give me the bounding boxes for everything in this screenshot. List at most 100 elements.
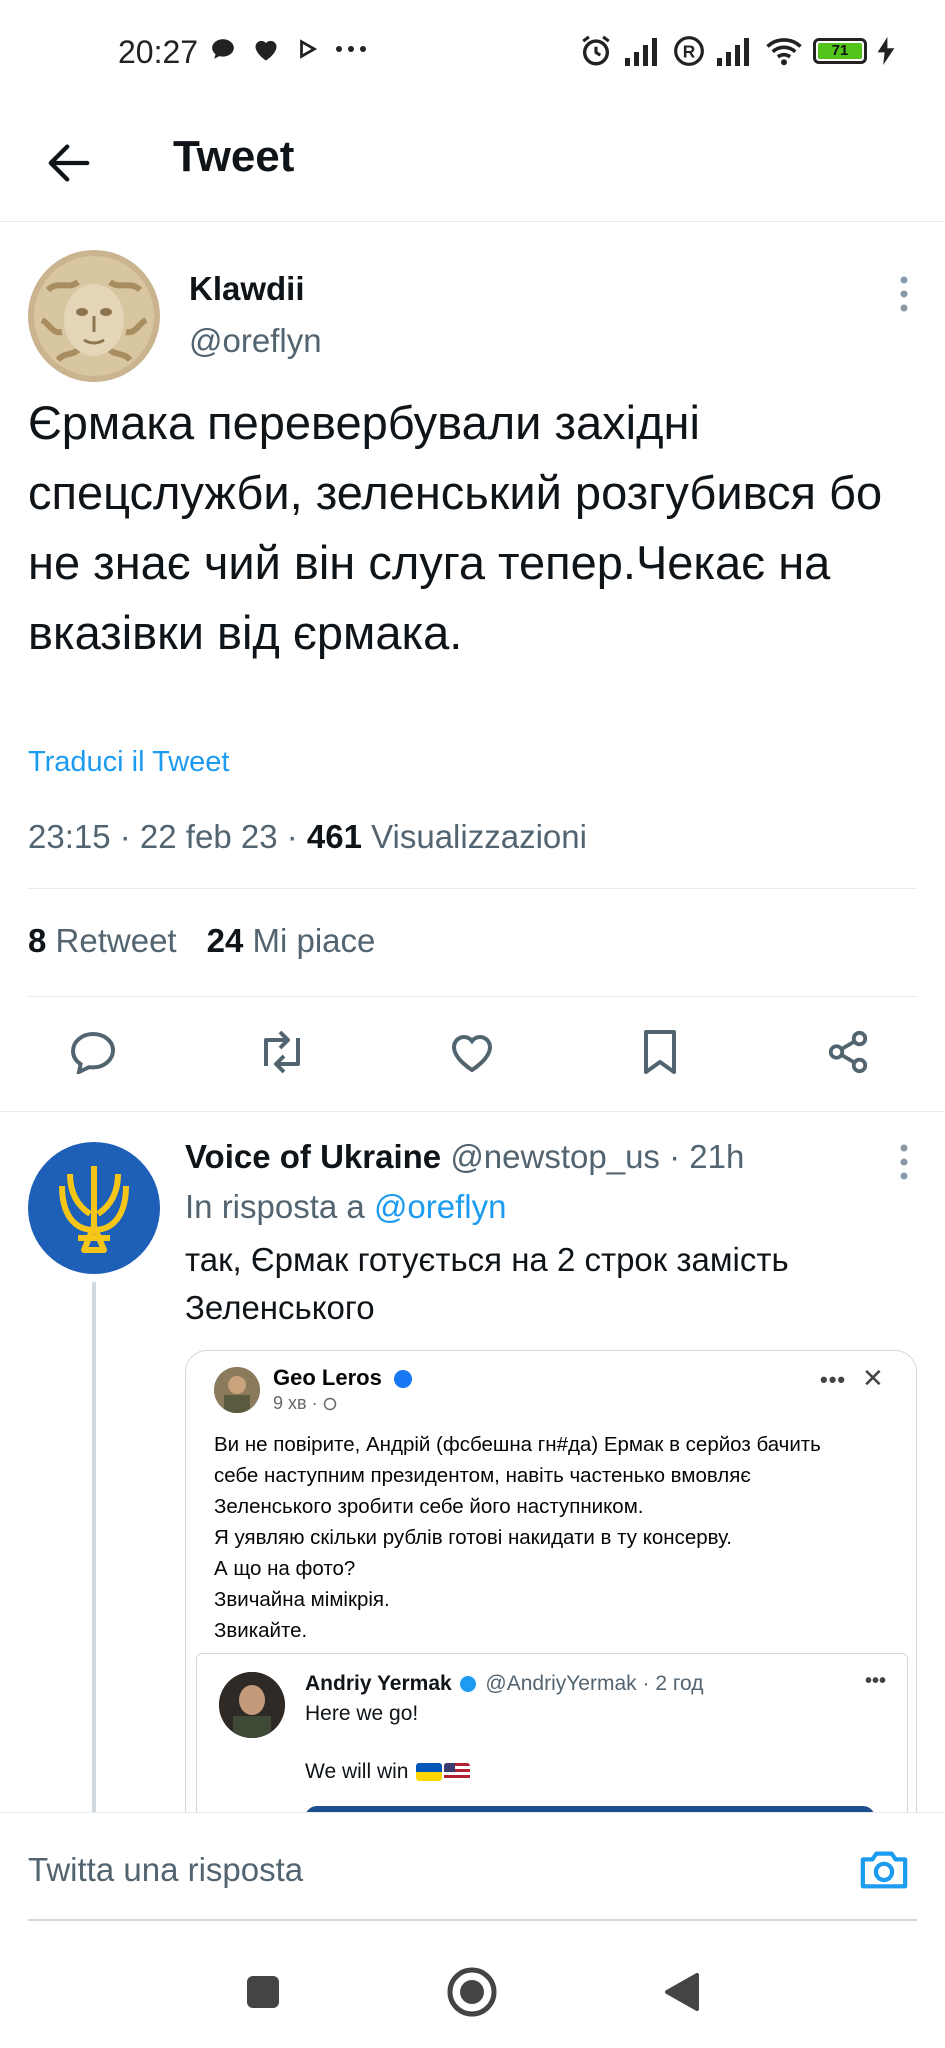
back-button[interactable]	[44, 138, 94, 188]
medusa-avatar-image	[28, 250, 160, 382]
signal-icon	[625, 38, 657, 66]
quote-age: 2 год	[655, 1672, 704, 1695]
reply-tweet[interactable]: Voice of Ukraine @newstop_us · 21h In ri…	[0, 1112, 945, 1812]
alarm-icon	[582, 35, 610, 66]
reply-age: 21h	[689, 1138, 745, 1175]
input-underline	[28, 1919, 917, 1921]
thread-line	[92, 1282, 96, 1812]
reply-icon	[70, 1031, 116, 1074]
author-display-name[interactable]: Klawdii	[189, 270, 305, 308]
divider	[28, 888, 917, 889]
more-vertical-icon	[900, 276, 908, 312]
heart-icon	[255, 40, 277, 61]
more-options-button[interactable]	[889, 1142, 919, 1182]
like-button[interactable]	[442, 1022, 502, 1082]
quote-author-name: Andriy Yermak	[305, 1672, 452, 1695]
reply-composer: Twitta una risposta	[0, 1812, 945, 1922]
page-title: Tweet	[173, 132, 295, 181]
globe-icon	[323, 1398, 336, 1411]
verified-badge-icon	[459, 1676, 476, 1693]
bookmark-icon	[644, 1030, 676, 1074]
tweet-actions	[0, 1022, 945, 1092]
fb-author-name-text: Geo Leros	[273, 1365, 382, 1390]
reply-author-name[interactable]: Voice of Ukraine	[185, 1138, 441, 1175]
top-app-bar: Tweet	[0, 110, 945, 222]
signal-icon	[717, 38, 749, 66]
status-notification-icons	[210, 36, 368, 62]
quote-more-icon: •••	[865, 1670, 887, 1692]
embedded-quote-tweet: Andriy Yermak @AndriyYermak · 2 год ••• …	[196, 1653, 908, 1812]
retweet-button[interactable]	[252, 1022, 312, 1082]
fb-close-icon: ✕	[862, 1363, 884, 1393]
retweet-icon	[264, 1030, 300, 1074]
reply-to-line: In risposta a @oreflyn	[185, 1188, 507, 1226]
trident-icon	[59, 1166, 129, 1253]
reply-text: так, Єрмак готується на 2 строк замість …	[185, 1241, 789, 1326]
android-navigation-bar	[0, 1940, 945, 2048]
share-icon	[828, 1030, 868, 1074]
author-handle[interactable]: @oreflyn	[189, 322, 322, 360]
quote-text-line2: We will win	[305, 1760, 471, 1784]
chat-bubble-icon	[212, 39, 234, 59]
status-system-icons: R 71	[579, 34, 895, 68]
retweets-stat[interactable]: 8 Retweet	[28, 922, 177, 960]
likes-label: Mi piace	[252, 922, 376, 959]
tweet-stats: 8 Retweet 24 Mi piace	[28, 922, 375, 960]
play-icon	[300, 39, 318, 59]
reply-author-handle[interactable]: @newstop_us	[450, 1138, 660, 1175]
main-tweet: Klawdii @oreflyn Єрмака перевербували за…	[0, 222, 945, 1112]
likes-stat[interactable]: 24 Mi piace	[207, 922, 376, 960]
reply-to-handle-link[interactable]: @oreflyn	[374, 1188, 507, 1225]
retweets-count: 8	[28, 922, 47, 959]
translate-tweet-link[interactable]: Traduci il Tweet	[28, 746, 229, 779]
separator-dot: ·	[642, 1672, 650, 1695]
retweets-label: Retweet	[55, 922, 177, 959]
divider	[28, 996, 917, 997]
quote-header: Andriy Yermak @AndriyYermak · 2 год	[305, 1672, 704, 1696]
svg-text:R: R	[683, 42, 696, 62]
fb-more-icon: •••	[820, 1367, 847, 1392]
share-button[interactable]	[818, 1022, 878, 1082]
verified-badge-icon	[393, 1370, 412, 1389]
fb-post-text: Ви не повірите, Андрій (фсбешна гн#да) Е…	[214, 1433, 821, 1642]
back-triangle-icon	[665, 1973, 699, 2011]
fb-post-time-text: 9 хв ·	[273, 1393, 318, 1413]
reply-to-label: In risposta a	[185, 1188, 365, 1225]
back-nav-button[interactable]	[652, 1962, 712, 2022]
battery-level: 71	[818, 43, 862, 59]
views-count: 461	[306, 818, 362, 855]
quote-text-line2-text: We will win	[305, 1760, 409, 1783]
home-circle-icon	[447, 1967, 497, 2017]
likes-count: 24	[206, 922, 244, 959]
tweet-date: 22 feb 23	[139, 818, 278, 855]
more-vertical-icon	[900, 1144, 908, 1180]
arrow-left-icon	[48, 144, 90, 182]
charging-icon	[877, 37, 895, 65]
bookmark-button[interactable]	[630, 1022, 690, 1082]
home-button[interactable]	[442, 1962, 502, 2022]
quote-avatar	[219, 1672, 285, 1738]
reply-button[interactable]	[63, 1022, 123, 1082]
avatar[interactable]	[28, 250, 160, 382]
quote-text-line1: Here we go!	[305, 1702, 419, 1725]
fb-author-name: Geo Leros	[273, 1365, 412, 1391]
quote-author-handle: @AndriyYermak	[485, 1672, 637, 1695]
reply-input[interactable]: Twitta una risposta	[28, 1851, 303, 1889]
camera-button[interactable]	[859, 1847, 909, 1891]
tweet-time: 23:15	[28, 818, 111, 855]
tweet-meta: 23:15 · 22 feb 23 · 461 Visualizzazioni	[28, 818, 587, 855]
attached-image[interactable]: Geo Leros 9 хв · ••• ✕ Ви не повірите, А…	[185, 1350, 917, 1812]
more-options-button[interactable]	[889, 274, 919, 314]
like-icon	[451, 1035, 493, 1073]
battery-icon: 71	[813, 38, 867, 64]
avatar[interactable]	[28, 1142, 160, 1274]
reply-header: Voice of Ukraine @newstop_us · 21h	[185, 1138, 744, 1176]
recents-button[interactable]	[233, 1962, 293, 2022]
us-flag-icon	[444, 1763, 471, 1782]
status-bar: 20:27 R 71	[0, 0, 945, 110]
fb-post-time: 9 хв ·	[273, 1393, 337, 1414]
views-label: Visualizzazioni	[371, 818, 587, 855]
fb-avatar	[214, 1367, 260, 1413]
status-time: 20:27	[118, 34, 199, 70]
separator-dot: ·	[669, 1138, 681, 1175]
